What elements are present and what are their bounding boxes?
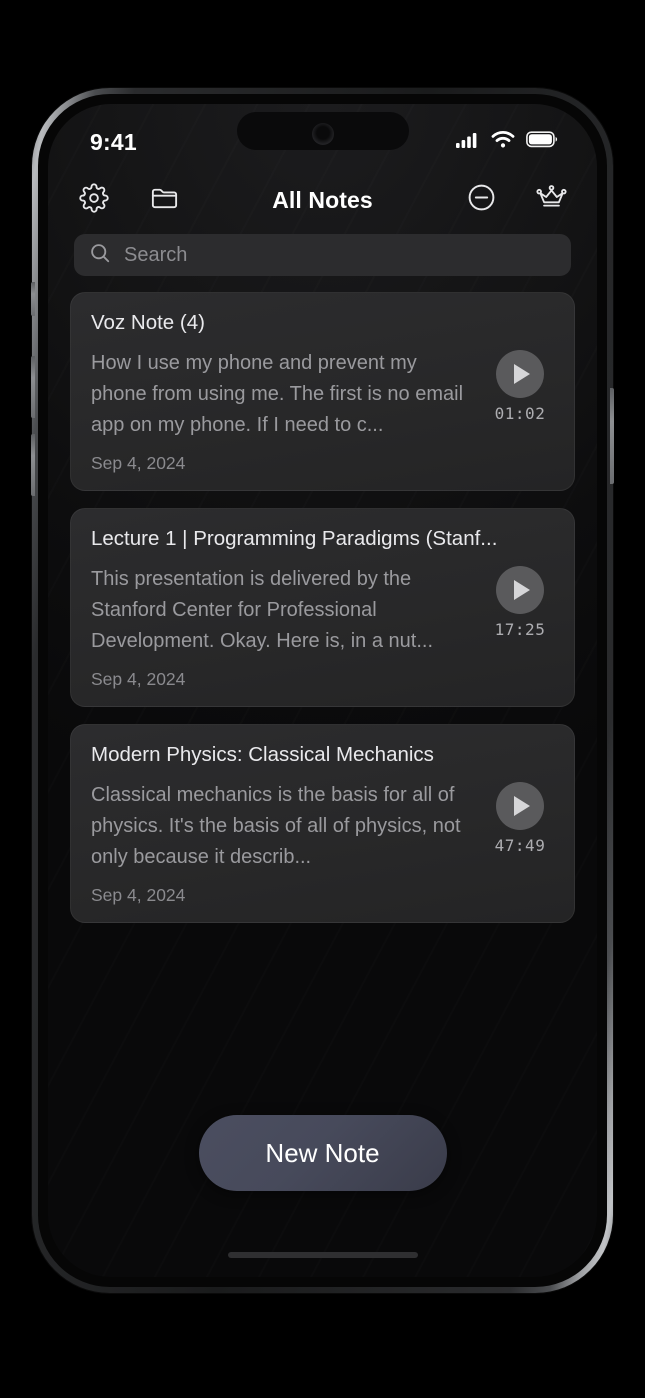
note-card[interactable]: Voz Note (4) How I use my phone and prev…: [70, 292, 575, 491]
power-button[interactable]: [610, 388, 614, 484]
play-icon: [514, 580, 530, 600]
silent-switch-button[interactable]: [31, 282, 35, 316]
note-title: Lecture 1 | Programming Paradigms (Stanf…: [91, 527, 498, 550]
wifi-icon: [491, 131, 515, 153]
note-duration: 17:25: [494, 620, 546, 639]
note-duration: 47:49: [494, 836, 546, 855]
play-button[interactable]: [496, 350, 544, 398]
note-playback: 01:02: [486, 348, 554, 423]
note-date: Sep 4, 2024: [91, 885, 186, 905]
phone-frame: 9:41 All Notes Search Voz Note (4) How I…: [31, 88, 614, 1293]
search-placeholder: Search: [124, 243, 188, 266]
crown-icon: [535, 182, 568, 218]
notes-list: Voz Note (4) How I use my phone and prev…: [70, 292, 575, 923]
phone-screen: 9:41 All Notes Search Voz Note (4) How I…: [48, 104, 597, 1277]
new-note-button[interactable]: New Note: [198, 1115, 447, 1191]
premium-button[interactable]: [529, 178, 573, 222]
volume-up-button[interactable]: [31, 356, 35, 418]
note-title: Voz Note (4): [91, 311, 205, 334]
battery-full-icon: [526, 131, 559, 153]
note-snippet: Classical mechanics is the basis for all…: [91, 784, 461, 868]
cellular-signal-icon: [456, 131, 480, 153]
minus-circle-icon: [466, 182, 497, 218]
note-playback: 47:49: [486, 780, 554, 855]
note-snippet: This presentation is delivered by the St…: [91, 568, 434, 652]
folder-icon: [149, 182, 180, 218]
play-button[interactable]: [496, 782, 544, 830]
note-title: Modern Physics: Classical Mechanics: [91, 743, 434, 766]
search-icon: [89, 242, 111, 269]
front-camera-icon: [311, 123, 334, 145]
play-icon: [514, 796, 530, 816]
note-date: Sep 4, 2024: [91, 669, 186, 689]
note-snippet: How I use my phone and prevent my phone …: [91, 352, 464, 436]
play-button[interactable]: [496, 566, 544, 614]
note-duration: 01:02: [494, 404, 546, 423]
status-indicators: [456, 131, 559, 153]
page-title: All Notes: [272, 186, 373, 213]
search-input[interactable]: Search: [74, 234, 571, 276]
note-card[interactable]: Modern Physics: Classical Mechanics Clas…: [70, 724, 575, 923]
phone-bezel: 9:41 All Notes Search Voz Note (4) How I…: [38, 94, 607, 1287]
note-body-row: Classical mechanics is the basis for all…: [91, 780, 554, 873]
settings-button[interactable]: [72, 178, 116, 222]
play-icon: [514, 364, 530, 384]
nav-right-actions: [459, 178, 573, 222]
gear-icon: [79, 182, 109, 218]
note-body-row: This presentation is delivered by the St…: [91, 564, 554, 657]
home-indicator[interactable]: [227, 1252, 418, 1258]
volume-down-button[interactable]: [31, 434, 35, 496]
new-note-label: New Note: [265, 1137, 380, 1168]
status-time: 9:41: [90, 128, 137, 155]
note-playback: 17:25: [486, 564, 554, 639]
note-date: Sep 4, 2024: [91, 453, 186, 473]
note-card[interactable]: Lecture 1 | Programming Paradigms (Stanf…: [70, 508, 575, 707]
hide-notes-button[interactable]: [459, 178, 503, 222]
folders-button[interactable]: [142, 178, 186, 222]
nav-bar: All Notes: [48, 170, 597, 230]
nav-left-actions: [72, 178, 186, 222]
note-body-row: How I use my phone and prevent my phone …: [91, 348, 554, 441]
